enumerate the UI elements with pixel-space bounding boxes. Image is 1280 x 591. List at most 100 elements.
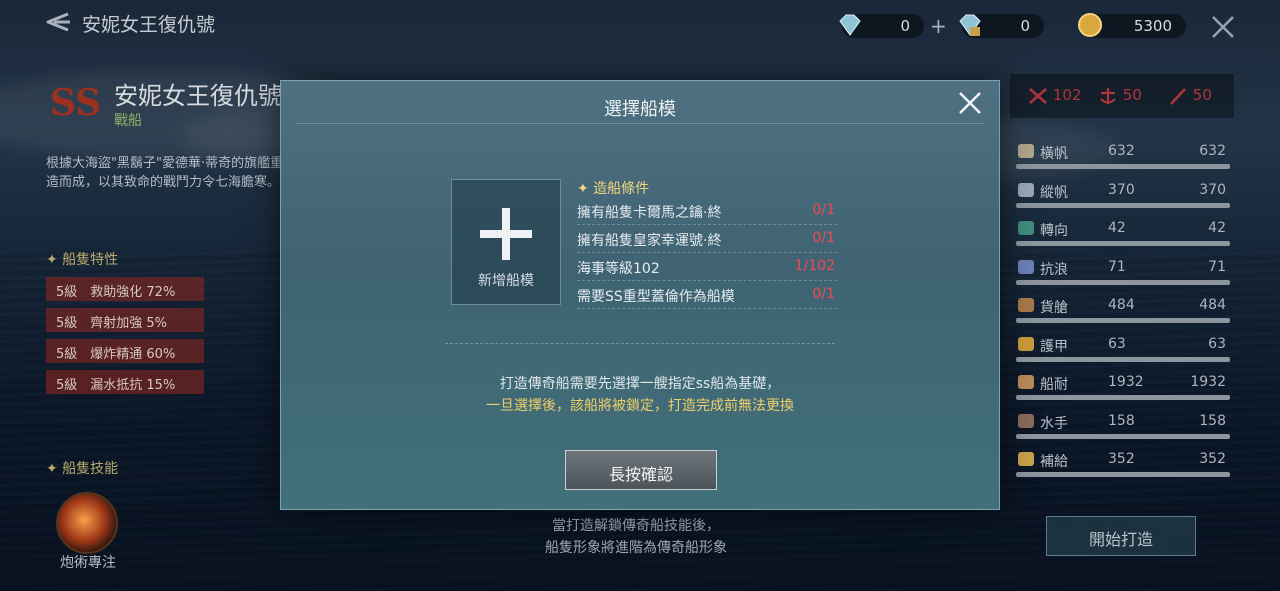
skills-title-text: 船隻技能	[62, 461, 119, 477]
lock-warning: 一旦選擇後，該船將被鎖定，打造完成前無法更換	[486, 398, 794, 414]
condition-row: 擁有船隻卡爾馬之鑰·終 0/1	[577, 197, 837, 225]
condition-text: 海事等級102	[577, 261, 660, 277]
stat-value: 370	[1108, 181, 1135, 198]
stat-icon	[1018, 221, 1034, 235]
conditions-title: ✦ 造船條件	[577, 181, 650, 197]
currency-locked-diamond: 0	[959, 14, 1044, 38]
rank-badge: SS	[50, 82, 102, 124]
trait-item[interactable]: 5級 救助強化 72%	[46, 277, 204, 301]
stat-icon	[1018, 144, 1034, 158]
stat-name: 縱帆	[1040, 184, 1068, 201]
back-arrow-icon	[46, 12, 70, 32]
stat-icon	[1018, 452, 1034, 466]
stat-row: 船耐 1932 1932	[1016, 367, 1230, 403]
stat-max: 1932	[1190, 374, 1226, 390]
stat-row: 轉向 42 42	[1016, 213, 1230, 249]
attack-stat: 102	[1028, 86, 1081, 105]
start-build-button[interactable]: 開始打造	[1046, 516, 1196, 556]
select-ship-model-dialog: 選擇船模 新增船模 ✦ 造船條件 擁有船隻卡爾馬之鑰·終 0/1 擁有船隻皇家幸…	[280, 80, 1000, 510]
skill-label: 炮術專注	[60, 555, 116, 571]
add-ship-model-label: 新增船模	[478, 273, 534, 289]
stat-bar	[1016, 356, 1230, 362]
condition-text: 需要SS重型蓋倫作為船模	[577, 289, 735, 305]
traits-title: ✦ 船隻特性	[46, 252, 119, 268]
stat-max: 484	[1199, 297, 1226, 313]
gold-coin-icon	[1078, 13, 1102, 37]
condition-text: 擁有船隻卡爾馬之鑰·終	[577, 205, 722, 221]
condition-progress: 0/1	[812, 286, 835, 302]
stat-bar	[1016, 279, 1230, 285]
stat-value: 484	[1108, 297, 1135, 313]
stat-icon	[1018, 413, 1034, 428]
currency-gold: 5300	[1078, 13, 1186, 38]
bottom-note-line1: 當打造解鎖傳奇船技能後，	[552, 518, 720, 534]
stat-value: 71	[1108, 258, 1126, 275]
stat-value: 63	[1108, 335, 1126, 352]
condition-progress: 0/1	[812, 230, 835, 246]
back-button[interactable]	[42, 8, 72, 36]
dialog-close-button[interactable]	[957, 90, 983, 116]
stat-max: 63	[1208, 335, 1226, 352]
currency-value: 0	[900, 17, 910, 35]
condition-progress: 0/1	[812, 202, 835, 218]
stat-max: 71	[1208, 258, 1226, 275]
long-press-confirm-button[interactable]: 長按確認	[565, 450, 717, 490]
page-title: 安妮女王復仇號	[82, 14, 216, 36]
divider	[445, 343, 835, 344]
currency-value: 0	[1020, 17, 1030, 35]
stat-name: 貨艙	[1040, 300, 1068, 316]
condition-row: 需要SS重型蓋倫作為船模 0/1	[577, 281, 837, 309]
stat-max: 632	[1199, 143, 1226, 159]
stat-max: 158	[1199, 412, 1226, 429]
stat-bar	[1016, 318, 1230, 323]
traits-title-text: 船隻特性	[62, 252, 119, 268]
stat-name: 護甲	[1040, 338, 1068, 355]
currency-value: 5300	[1133, 17, 1172, 35]
stat-row: 護甲 63 63	[1016, 329, 1230, 365]
ship-description: 根據大海盜"黑鬍子"愛德華·蒂奇的旗艦重造而成，以其致命的戰鬥力令七海膽寒。	[46, 156, 284, 190]
stat-value: 1932	[1108, 374, 1144, 390]
ship-name: 安妮女王復仇號	[114, 82, 282, 110]
build-note: 打造傳奇船需要先選擇一艘指定ss船為基礎，	[499, 376, 781, 392]
condition-text: 擁有船隻皇家幸運號·終	[577, 233, 722, 249]
condition-row: 海事等級102 1/102	[577, 253, 837, 281]
close-page-button[interactable]	[1210, 14, 1236, 40]
stat-row: 水手 158 158	[1016, 406, 1230, 442]
stat-name: 抗浪	[1040, 261, 1068, 278]
stat-icon	[1018, 336, 1034, 351]
add-currency-button[interactable]: +	[930, 14, 947, 38]
quill-value: 50	[1192, 86, 1212, 104]
condition-row: 擁有船隻皇家幸運號·終 0/1	[577, 225, 837, 253]
trait-item[interactable]: 5級 漏水抵抗 15%	[46, 370, 204, 394]
dialog-title: 選擇船模	[604, 99, 676, 120]
stat-bar	[1016, 433, 1230, 439]
stat-row: 貨艙 484 484	[1016, 290, 1230, 326]
stat-max: 352	[1199, 451, 1226, 467]
conditions-title-text: 造船條件	[593, 181, 650, 197]
stat-max: 370	[1199, 181, 1226, 198]
stat-value: 42	[1108, 220, 1126, 236]
stat-icon	[1018, 298, 1034, 312]
quill-stat: 50	[1168, 86, 1212, 105]
stat-name: 補給	[1040, 454, 1068, 470]
stat-value: 632	[1108, 143, 1135, 159]
stat-icon	[1018, 259, 1034, 274]
stat-bar	[1016, 164, 1230, 169]
diamond-icon	[839, 14, 861, 36]
stat-name: 轉向	[1040, 223, 1068, 239]
bottom-note-line2: 船隻形象將進階為傳奇船形象	[545, 540, 727, 556]
stat-name: 水手	[1040, 415, 1068, 432]
defense-value: 50	[1122, 86, 1142, 104]
divider	[295, 123, 985, 124]
locked-diamond-icon	[959, 14, 981, 36]
cannon-skill-icon[interactable]	[56, 492, 118, 554]
add-ship-model-slot[interactable]: 新增船模	[451, 179, 561, 305]
stat-icon	[1018, 375, 1034, 389]
stat-max: 42	[1208, 220, 1226, 236]
trait-item[interactable]: 5級 齊射加強 5%	[46, 308, 204, 332]
stat-row: 補給 352 352	[1016, 444, 1230, 480]
quill-icon	[1170, 87, 1186, 105]
stat-bar	[1016, 202, 1230, 208]
trait-item[interactable]: 5級 爆炸精通 60%	[46, 339, 204, 363]
stat-value: 158	[1108, 412, 1135, 429]
